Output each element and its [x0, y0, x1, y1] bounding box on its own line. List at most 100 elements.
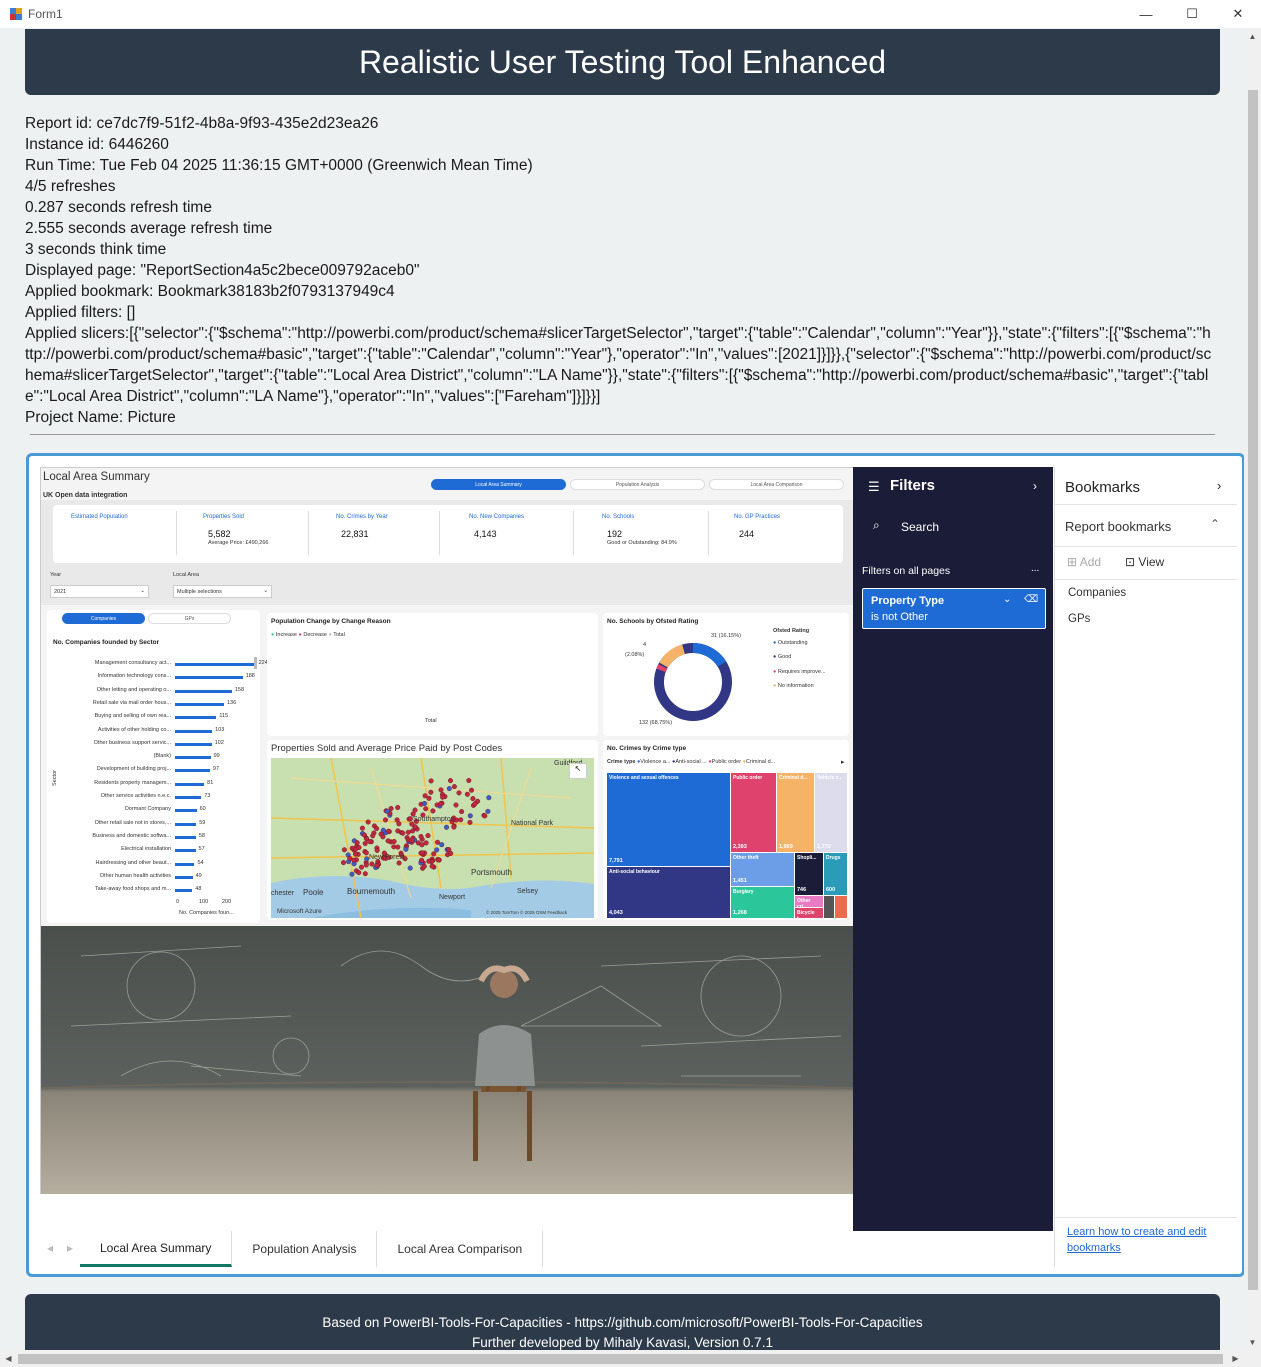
sector-bar[interactable]	[175, 862, 195, 866]
property-marker[interactable]	[374, 825, 380, 831]
property-marker[interactable]	[419, 857, 425, 863]
property-marker[interactable]	[428, 778, 434, 784]
property-marker[interactable]	[385, 838, 391, 844]
property-marker[interactable]	[446, 847, 452, 853]
property-marker[interactable]	[367, 839, 373, 845]
property-marker[interactable]	[382, 817, 388, 823]
chevron-up-icon[interactable]: ⌃	[1210, 517, 1220, 531]
add-bookmark-button[interactable]: ⊞ Add	[1067, 555, 1101, 569]
tab-prev-icon[interactable]: ◂	[40, 1241, 60, 1255]
property-marker[interactable]	[365, 819, 371, 825]
report-bookmarks-section[interactable]: Report bookmarks	[1065, 519, 1171, 534]
legend-next-icon[interactable]: ▸	[841, 758, 845, 766]
property-marker[interactable]	[439, 842, 445, 848]
property-marker[interactable]	[486, 795, 492, 801]
property-marker[interactable]	[374, 862, 380, 868]
property-marker[interactable]	[431, 851, 437, 857]
property-marker[interactable]	[405, 829, 411, 835]
tab-population-analysis[interactable]: Population Analysis	[232, 1231, 378, 1267]
property-marker[interactable]	[340, 860, 346, 866]
more-options-icon[interactable]: ...	[1031, 563, 1039, 574]
scroll-thumb[interactable]	[1248, 90, 1258, 1290]
sector-bar[interactable]	[175, 729, 213, 733]
property-marker[interactable]	[419, 850, 425, 856]
scrollbar[interactable]	[254, 657, 257, 669]
sector-bar[interactable]	[175, 889, 193, 893]
toggle-companies[interactable]: Companies	[62, 613, 145, 624]
property-marker[interactable]	[407, 865, 413, 871]
sector-bar[interactable]	[175, 849, 196, 853]
property-marker[interactable]	[467, 819, 473, 825]
property-marker[interactable]	[459, 809, 465, 815]
property-marker[interactable]	[356, 870, 362, 876]
map-canvas[interactable]: Southampton Portsmouth New Forest Bourne…	[271, 758, 594, 918]
sector-bar[interactable]	[175, 809, 197, 813]
property-marker[interactable]	[453, 802, 459, 808]
nav-local-area-comparison[interactable]: Local Area Comparison	[709, 479, 844, 490]
property-marker[interactable]	[352, 851, 358, 857]
tab-next-icon[interactable]: ▸	[60, 1241, 80, 1255]
property-marker[interactable]	[395, 805, 401, 811]
collapse-filters-icon[interactable]: ›	[1033, 479, 1037, 493]
property-marker[interactable]	[341, 847, 347, 853]
bookmark-item-companies[interactable]: Companies	[1068, 587, 1126, 599]
tab-local-area-comparison[interactable]: Local Area Comparison	[377, 1231, 544, 1267]
tab-local-area-summary[interactable]: Local Area Summary	[80, 1231, 233, 1267]
property-marker[interactable]	[410, 828, 416, 834]
property-marker[interactable]	[358, 864, 364, 870]
property-marker[interactable]	[451, 824, 457, 830]
sector-bar[interactable]	[175, 716, 217, 720]
toggle-gps[interactable]: GPs	[148, 613, 231, 624]
property-marker[interactable]	[426, 858, 432, 864]
property-marker[interactable]	[369, 861, 375, 867]
property-marker[interactable]	[423, 840, 429, 846]
property-marker[interactable]	[438, 801, 444, 807]
scroll-right-icon[interactable]: ▶	[1227, 1350, 1244, 1367]
map-select-icon[interactable]: ↖	[569, 763, 587, 779]
area-slicer[interactable]: Multiple selections ⌄	[173, 585, 272, 598]
property-marker[interactable]	[434, 839, 440, 845]
vertical-scrollbar[interactable]: ▲ ▼	[1244, 28, 1261, 1350]
scroll-down-icon[interactable]: ▼	[1244, 1334, 1261, 1350]
learn-bookmarks-link[interactable]: Learn how to create and edit bookmarks	[1067, 1224, 1229, 1256]
maximize-button[interactable]: ☐	[1169, 0, 1215, 28]
property-marker[interactable]	[396, 821, 402, 827]
sector-bar[interactable]	[175, 702, 224, 706]
property-marker[interactable]	[451, 784, 457, 790]
horizontal-scrollbar[interactable]: ◀ ▶	[0, 1350, 1244, 1367]
sector-bar[interactable]	[175, 676, 243, 680]
property-marker[interactable]	[362, 871, 368, 877]
property-marker[interactable]	[347, 855, 353, 861]
sector-bar[interactable]	[175, 689, 232, 693]
property-marker[interactable]	[354, 840, 360, 846]
property-marker[interactable]	[374, 847, 380, 853]
sector-bar[interactable]	[175, 835, 196, 839]
filter-card-property-type[interactable]: Property Type is not Other ⌄ ⌫	[862, 588, 1046, 629]
nav-local-area-summary[interactable]: Local Area Summary	[431, 479, 566, 490]
nav-population-analysis[interactable]: Population Analysis	[570, 479, 705, 490]
property-marker[interactable]	[380, 834, 386, 840]
property-marker[interactable]	[436, 857, 442, 863]
property-marker[interactable]	[470, 796, 476, 802]
property-marker[interactable]	[423, 806, 429, 812]
property-marker[interactable]	[419, 842, 425, 848]
property-marker[interactable]	[472, 801, 478, 807]
property-marker[interactable]	[370, 833, 376, 839]
filter-search[interactable]: Search	[901, 520, 939, 534]
property-marker[interactable]	[466, 778, 472, 784]
minimize-button[interactable]: —	[1123, 0, 1169, 28]
property-marker[interactable]	[464, 791, 470, 797]
property-marker[interactable]	[428, 789, 434, 795]
property-marker[interactable]	[407, 816, 413, 822]
property-marker[interactable]	[391, 838, 397, 844]
property-marker[interactable]	[434, 847, 440, 853]
property-marker[interactable]	[386, 828, 392, 834]
property-marker[interactable]	[485, 808, 491, 814]
sector-bar[interactable]	[175, 756, 211, 760]
property-marker[interactable]	[446, 786, 452, 792]
sector-bar[interactable]	[175, 742, 212, 746]
property-marker[interactable]	[396, 860, 402, 866]
sector-bar[interactable]	[175, 796, 202, 799]
property-marker[interactable]	[362, 840, 368, 846]
property-marker[interactable]	[384, 808, 390, 814]
